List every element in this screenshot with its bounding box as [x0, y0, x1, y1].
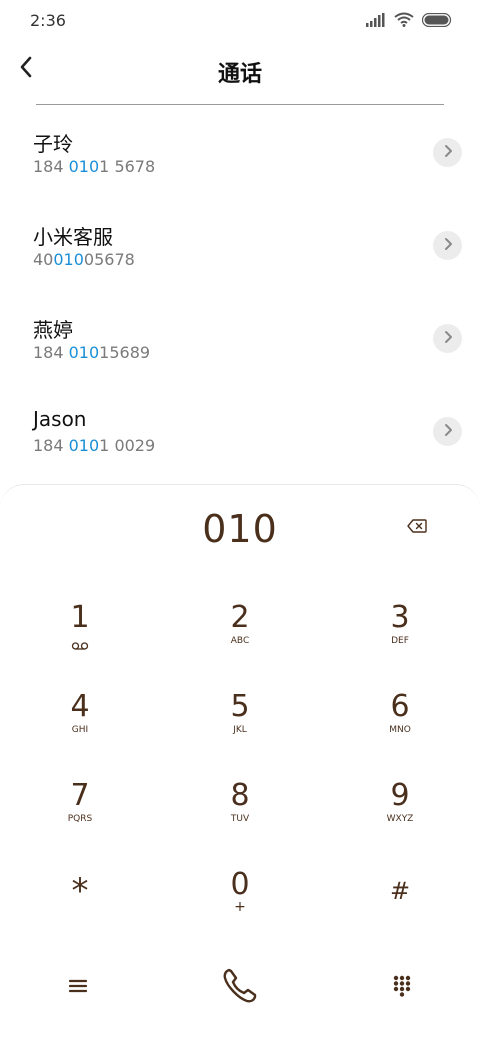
- phone-icon: [220, 966, 260, 1010]
- status-icons: [366, 12, 452, 31]
- backspace-icon: [407, 518, 427, 537]
- contact-detail-button[interactable]: [433, 138, 462, 167]
- header-divider: [36, 104, 444, 105]
- key-letters: GHI: [71, 725, 89, 735]
- number-suffix: 1 5678: [99, 157, 156, 176]
- key-digit: 4: [70, 689, 90, 724]
- status-bar: 2:36: [0, 0, 480, 40]
- signal-icon: [366, 12, 386, 31]
- key-letters: JKL: [233, 725, 247, 735]
- contact-number: 184 0101 5678: [33, 157, 155, 176]
- voicemail-icon: [71, 636, 89, 655]
- key-9[interactable]: 9 WXYZ: [345, 771, 455, 851]
- contact-row[interactable]: 燕婷 184 01015689: [0, 296, 480, 389]
- dialpad-grid-icon: [393, 975, 411, 1001]
- contact-row[interactable]: 子玲 184 0101 5678: [0, 110, 480, 203]
- status-time: 2:36: [30, 11, 66, 30]
- key-3[interactable]: 3 DEF: [345, 593, 455, 673]
- number-prefix: 184: [33, 157, 69, 176]
- contact-detail-button[interactable]: [433, 324, 462, 353]
- number-prefix: 184: [33, 436, 69, 455]
- number-suffix: 15689: [99, 343, 151, 362]
- key-digit: 1: [70, 600, 90, 635]
- contact-name: Jason: [33, 407, 87, 431]
- number-match: 010: [68, 343, 100, 362]
- key-5[interactable]: 5 JKL: [185, 682, 295, 762]
- key-letters: WXYZ: [386, 814, 414, 824]
- key-digit: 9: [390, 778, 410, 813]
- chevron-right-icon: [443, 422, 453, 441]
- key-digit: 2: [230, 600, 250, 635]
- key-8[interactable]: 8 TUV: [185, 771, 295, 851]
- key-digit: 0: [230, 867, 250, 902]
- key-digit: 8: [230, 778, 250, 813]
- key-digit: #: [389, 877, 411, 905]
- key-digit: *: [71, 871, 89, 911]
- menu-button[interactable]: [48, 963, 108, 1013]
- key-2[interactable]: 2 ABC: [185, 593, 295, 673]
- key-letters: TUV: [230, 814, 250, 824]
- key-letters: +: [234, 899, 246, 915]
- key-digit: 3: [390, 600, 410, 635]
- key-star[interactable]: *: [25, 860, 135, 940]
- page-title: 通话: [217, 62, 262, 87]
- key-letters: ABC: [230, 636, 250, 646]
- backspace-button[interactable]: [406, 518, 428, 537]
- contact-row[interactable]: Jason 184 0101 0029: [0, 389, 480, 482]
- number-prefix: 40: [33, 250, 54, 269]
- key-hash[interactable]: #: [345, 860, 455, 940]
- dialpad-toggle-button[interactable]: [372, 963, 432, 1013]
- contact-detail-button[interactable]: [433, 231, 462, 260]
- contact-detail-button[interactable]: [433, 417, 462, 446]
- number-suffix: 1 0029: [99, 436, 156, 455]
- number-match: 010: [53, 250, 84, 269]
- menu-icon: [68, 978, 88, 998]
- number-prefix: 184: [33, 343, 69, 362]
- call-button[interactable]: [210, 963, 270, 1013]
- key-letters: PQRS: [67, 814, 93, 824]
- chevron-right-icon: [443, 236, 453, 255]
- chevron-right-icon: [443, 329, 453, 348]
- key-letters: MNO: [389, 725, 411, 735]
- dialpad: 010 1 2 ABC 3 DEF 4 GHI 5 JKL 6 MNO 7 PQ…: [0, 484, 480, 1041]
- key-6[interactable]: 6 MNO: [345, 682, 455, 762]
- key-0[interactable]: 0 +: [185, 860, 295, 940]
- key-4[interactable]: 4 GHI: [25, 682, 135, 762]
- contact-name: 燕婷: [33, 318, 73, 342]
- wifi-icon: [394, 12, 414, 31]
- chevron-right-icon: [443, 143, 453, 162]
- key-digit: 5: [230, 689, 250, 724]
- contact-number: 184 01015689: [33, 343, 150, 362]
- key-1[interactable]: 1: [25, 593, 135, 673]
- contact-number: 4001005678: [33, 250, 135, 269]
- contact-number: 184 0101 0029: [33, 436, 155, 455]
- contact-name: 小米客服: [33, 225, 113, 249]
- contact-row[interactable]: 小米客服 4001005678: [0, 203, 480, 296]
- number-match: 010: [68, 436, 100, 455]
- number-match: 010: [68, 157, 100, 176]
- key-digit: 6: [390, 689, 410, 724]
- key-letters: DEF: [391, 636, 409, 646]
- number-suffix: 05678: [83, 250, 135, 269]
- battery-icon: [421, 12, 452, 31]
- key-digit: 7: [70, 778, 90, 813]
- header: 通话: [0, 48, 480, 92]
- contact-name: 子玲: [33, 132, 73, 156]
- key-7[interactable]: 7 PQRS: [25, 771, 135, 851]
